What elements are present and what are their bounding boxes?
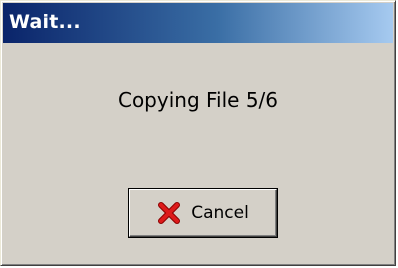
wait-dialog: Wait... Copying File 5/6 Cancel: [0, 0, 396, 266]
title-bar[interactable]: Wait...: [3, 3, 393, 43]
progress-message: Copying File 5/6: [117, 88, 279, 112]
cancel-label: Cancel: [191, 203, 249, 223]
cancel-button[interactable]: Cancel: [129, 189, 277, 237]
red-x-icon: [157, 201, 181, 225]
dialog-title: Wait...: [9, 11, 81, 33]
